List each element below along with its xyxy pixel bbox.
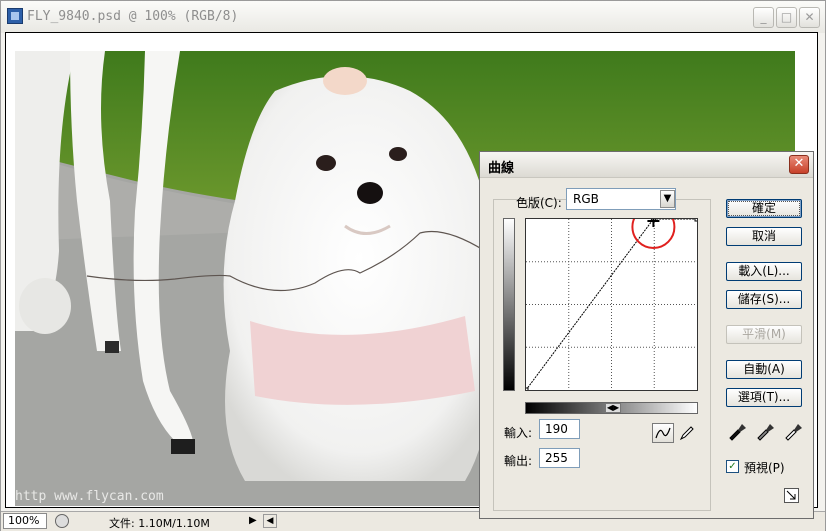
- curve-control-point[interactable]: [523, 387, 529, 393]
- auto-button[interactable]: 自動(A): [726, 360, 802, 379]
- dialog-close-button[interactable]: ✕: [789, 155, 809, 174]
- document-size-status: 文件: 1.10M/1.10M: [109, 517, 210, 530]
- curve-line[interactable]: [525, 218, 697, 391]
- zoom-level-field[interactable]: 100%: [3, 513, 47, 529]
- maximize-button[interactable]: □: [776, 7, 797, 28]
- minimize-icon: _: [760, 10, 767, 24]
- maximize-icon: □: [780, 10, 793, 24]
- input-label: 輸入:: [504, 426, 533, 440]
- output-gradient-bar: [503, 218, 515, 391]
- white-eyedropper-button[interactable]: [782, 420, 804, 442]
- close-document-button[interactable]: ✕: [799, 7, 820, 28]
- move-cursor-icon: [647, 215, 660, 227]
- dialog-titlebar[interactable]: 曲線 ✕: [480, 152, 813, 178]
- chevron-down-icon[interactable]: ▼: [660, 190, 675, 208]
- dialog-title: 曲線: [488, 161, 515, 176]
- save-button[interactable]: 儲存(S)...: [726, 290, 802, 309]
- cancel-button[interactable]: 取消: [726, 227, 802, 246]
- watermark-text: http www.flycan.com: [15, 489, 164, 504]
- curve-tool-button[interactable]: [652, 423, 674, 443]
- document-info-icon[interactable]: [55, 514, 69, 528]
- close-icon: ✕: [793, 156, 805, 171]
- curve-control-point[interactable]: [694, 216, 700, 222]
- gray-eyedropper-button[interactable]: [754, 420, 776, 442]
- scroll-left-icon[interactable]: ◀: [263, 514, 277, 528]
- channel-value: RGB: [573, 192, 599, 206]
- expand-dialog-button[interactable]: [784, 488, 799, 503]
- smooth-button[interactable]: 平滑(M): [726, 325, 802, 344]
- curves-dialog: 曲線 ✕ 色版(C): RGB ▼ ◀▶ 輸入: 190 輸出: 255 確定 …: [479, 151, 814, 519]
- channel-select[interactable]: RGB ▼: [566, 188, 676, 210]
- output-value-field[interactable]: 255: [539, 448, 580, 468]
- load-button[interactable]: 載入(L)...: [726, 262, 802, 281]
- output-label: 輸出:: [504, 454, 533, 468]
- curve-graph[interactable]: [523, 205, 700, 393]
- pencil-icon: [679, 426, 694, 441]
- preview-label: 預視(P): [744, 461, 785, 475]
- curve-tool-icon: [655, 427, 671, 439]
- minimize-button[interactable]: _: [753, 7, 774, 28]
- pencil-tool-button[interactable]: [678, 424, 696, 442]
- preview-checkbox[interactable]: ✓: [726, 460, 739, 473]
- document-title: FLY_9840.psd @ 100% (RGB/8): [27, 9, 239, 24]
- close-icon: ✕: [804, 10, 815, 24]
- input-value-field[interactable]: 190: [539, 419, 580, 439]
- black-eyedropper-icon: [729, 424, 746, 441]
- options-button[interactable]: 選項(T)...: [726, 388, 802, 407]
- gray-eyedropper-icon: [757, 424, 774, 441]
- channel-label: 色版(C):: [516, 196, 562, 210]
- white-eyedropper-icon: [785, 424, 802, 441]
- curve-graph-svg: [523, 205, 700, 393]
- document-titlebar[interactable]: FLY_9840.psd @ 100% (RGB/8) _ □ ✕: [1, 1, 825, 33]
- gradient-toggle-icon[interactable]: ◀▶: [605, 403, 621, 413]
- black-eyedropper-button[interactable]: [726, 420, 748, 442]
- status-menu-arrow-icon[interactable]: ▶: [249, 515, 257, 526]
- photoshop-document-icon: [7, 8, 23, 24]
- resize-icon: [784, 488, 799, 503]
- ok-button[interactable]: 確定: [726, 199, 802, 218]
- checkmark-icon: ✓: [728, 461, 737, 472]
